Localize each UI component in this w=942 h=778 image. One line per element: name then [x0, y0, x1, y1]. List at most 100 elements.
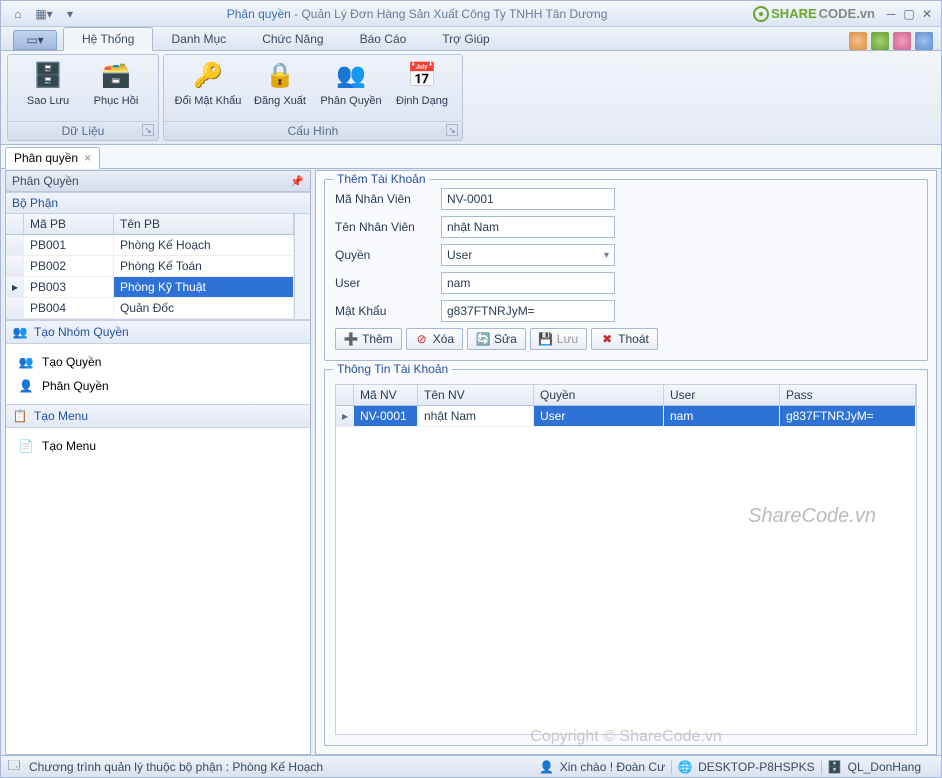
format-button[interactable]: 📅 Định Dạng: [388, 59, 456, 119]
backup-button[interactable]: 🗄️ Sao Lưu: [14, 59, 82, 119]
status-bar: 🗔 Chương trình quản lý thuộc bộ phận : P…: [1, 755, 941, 777]
plus-icon: ➕: [344, 332, 358, 346]
col-quyen[interactable]: Quyền: [534, 385, 664, 405]
panel-header: Phân Quyền 📌: [6, 171, 310, 192]
table-row[interactable]: ▸ NV-0001 nhật Nam User nam g837FTNRJyM=: [336, 406, 916, 427]
qat-drop-icon[interactable]: ▾: [59, 4, 81, 24]
add-account-fieldset: Thêm Tài Khoản Mã Nhân Viên Tên Nhân Viê…: [324, 179, 928, 361]
menu-nodes: 📄 Tạo Menu: [6, 428, 310, 754]
menu-icon: 📋: [12, 408, 28, 424]
change-password-button[interactable]: 🔑 Đổi Mật Khẩu: [170, 59, 246, 119]
table-row[interactable]: PB001 Phòng Kế Hoạch: [6, 235, 294, 256]
status-db: QL_DonHang: [848, 760, 921, 774]
user-icon: 👤: [540, 760, 554, 774]
user-key-icon: 👤: [18, 378, 34, 394]
lock-icon: 🔒: [264, 59, 296, 91]
logout-button[interactable]: 🔒 Đăng Xuất: [246, 59, 314, 119]
label-tennv: Tên Nhân Viên: [335, 220, 441, 234]
window-title: Phân quyền - Quản Lý Đơn Hàng Sản Xuất C…: [81, 6, 753, 21]
maximize-button[interactable]: ▢: [901, 6, 917, 22]
exit-button[interactable]: ✖Thoát: [591, 328, 658, 350]
group-bophan[interactable]: Bộ Phận: [6, 192, 310, 214]
close-icon: ✖: [600, 332, 614, 346]
node-phanquyen[interactable]: 👤 Phân Quyền: [6, 374, 310, 398]
list-icon: 📄: [18, 438, 34, 454]
users-group-icon: 👥: [12, 324, 28, 340]
edit-button[interactable]: 🔄Sửa: [467, 328, 526, 350]
people-icon[interactable]: [871, 32, 889, 50]
label-quyen: Quyền: [335, 248, 441, 262]
qat-grid-icon[interactable]: ▦▾: [33, 4, 55, 24]
pin-icon[interactable]: 📌: [290, 175, 304, 188]
input-tennv[interactable]: [441, 216, 615, 238]
group-title-cauhinh: Cấu Hình↘: [164, 121, 462, 140]
input-user[interactable]: [441, 272, 615, 294]
vertical-scrollbar[interactable]: [294, 214, 310, 319]
account-grid: Mã NV Tên NV Quyền User Pass ▸ NV-0001 n…: [335, 384, 917, 735]
server-icon: 🗄️: [32, 59, 64, 91]
database-icon: 🗃️: [100, 59, 132, 91]
input-matkhau[interactable]: [441, 300, 615, 322]
label-matkhau: Mật Khẩu: [335, 304, 441, 318]
sharecode-logo: SHARECODE.vn: [753, 4, 875, 24]
node-taoquyen[interactable]: 👥 Tạo Quyền: [6, 350, 310, 374]
ribbon-tab-trogiup[interactable]: Trợ Giúp: [424, 28, 507, 50]
delete-button[interactable]: ⊘Xóa: [406, 328, 463, 350]
minimize-button[interactable]: ─: [883, 6, 899, 22]
chevron-down-icon: ▾: [604, 250, 609, 261]
ribbon-tab-danhmuc[interactable]: Danh Mục: [153, 28, 244, 50]
close-tab-icon[interactable]: ×: [84, 151, 91, 165]
title-bar: ⌂ ▦▾ ▾ Phân quyền - Quản Lý Đơn Hàng Sản…: [1, 1, 941, 27]
ribbon-tab-chucnang[interactable]: Chức Năng: [244, 28, 341, 50]
group-title-dulieu: Dữ Liệu↘: [8, 121, 158, 140]
add-button[interactable]: ➕Thêm: [335, 328, 402, 350]
node-taomenu[interactable]: 📄 Tạo Menu: [6, 434, 310, 458]
input-manv[interactable]: [441, 188, 615, 210]
person-icon[interactable]: [893, 32, 911, 50]
combo-quyen[interactable]: User▾: [441, 244, 615, 266]
group-taomenu[interactable]: 📋 Tạo Menu: [6, 404, 310, 428]
expand-icon[interactable]: ↘: [446, 124, 458, 136]
col-tennv[interactable]: Tên NV: [418, 385, 534, 405]
table-row[interactable]: ▸ PB003 Phòng Kỹ Thuật: [6, 277, 294, 298]
left-panel: Phân Quyền 📌 Bộ Phận Mã PB Tên PB PB001 …: [5, 170, 311, 755]
ribbon: 🗄️ Sao Lưu 🗃️ Phục Hồi Dữ Liệu↘ 🔑 Đổi Mậ…: [1, 51, 941, 145]
qat-menu-icon[interactable]: ⌂: [7, 4, 29, 24]
globe-icon: 🌐: [678, 760, 692, 774]
col-mapb[interactable]: Mã PB: [24, 214, 114, 234]
main-area: Phân Quyền 📌 Bộ Phận Mã PB Tên PB PB001 …: [5, 170, 937, 755]
status-host: DESKTOP-P8HSPKS: [698, 760, 814, 774]
ribbon-group-dulieu: 🗄️ Sao Lưu 🗃️ Phục Hồi Dữ Liệu↘: [7, 54, 159, 141]
col-tenpb[interactable]: Tên PB: [114, 214, 294, 234]
table-row[interactable]: PB002 Phòng Kế Toán: [6, 256, 294, 277]
label-manv: Mã Nhân Viên: [335, 192, 441, 206]
label-user: User: [335, 276, 441, 290]
col-manv[interactable]: Mã NV: [354, 385, 418, 405]
legend-themtaikhoan: Thêm Tài Khoản: [333, 172, 430, 186]
department-grid: Mã PB Tên PB PB001 Phòng Kế Hoạch PB002 …: [6, 214, 310, 320]
tab-phanquyen[interactable]: Phân quyền ×: [5, 147, 100, 169]
permissions-button[interactable]: 👥 Phân Quyền: [314, 59, 388, 119]
settings-icon[interactable]: [915, 32, 933, 50]
ribbon-tab-hethong[interactable]: Hệ Thống: [63, 27, 153, 51]
app-menu-button[interactable]: ▭▾: [13, 30, 57, 50]
users-icon: 👥: [18, 354, 34, 370]
table-row[interactable]: PB004 Quản Đốc: [6, 298, 294, 319]
ribbon-corner-icons: [849, 32, 941, 50]
save-icon: 💾: [539, 332, 553, 346]
col-user[interactable]: User: [664, 385, 780, 405]
tab-label: Phân quyền: [14, 151, 78, 165]
user-icon[interactable]: [849, 32, 867, 50]
close-button[interactable]: ✕: [919, 6, 935, 22]
expand-icon[interactable]: ↘: [142, 124, 154, 136]
status-user: Xin chào ! Đoàn Cư: [560, 760, 665, 774]
restore-button[interactable]: 🗃️ Phục Hồi: [82, 59, 150, 119]
ribbon-tab-strip: ▭▾ Hệ Thống Danh Mục Chức Năng Báo Cáo T…: [1, 27, 941, 51]
save-button[interactable]: 💾Lưu: [530, 328, 587, 350]
permission-nodes: 👥 Tạo Quyền 👤 Phân Quyền: [6, 344, 310, 404]
button-row: ➕Thêm ⊘Xóa 🔄Sửa 💾Lưu ✖Thoát: [335, 328, 917, 350]
group-taonhomquyen[interactable]: 👥 Tạo Nhóm Quyền: [6, 320, 310, 344]
col-pass[interactable]: Pass: [780, 385, 916, 405]
right-panel: Thêm Tài Khoản Mã Nhân Viên Tên Nhân Viê…: [315, 170, 937, 755]
ribbon-tab-baocao[interactable]: Báo Cáo: [342, 28, 425, 50]
